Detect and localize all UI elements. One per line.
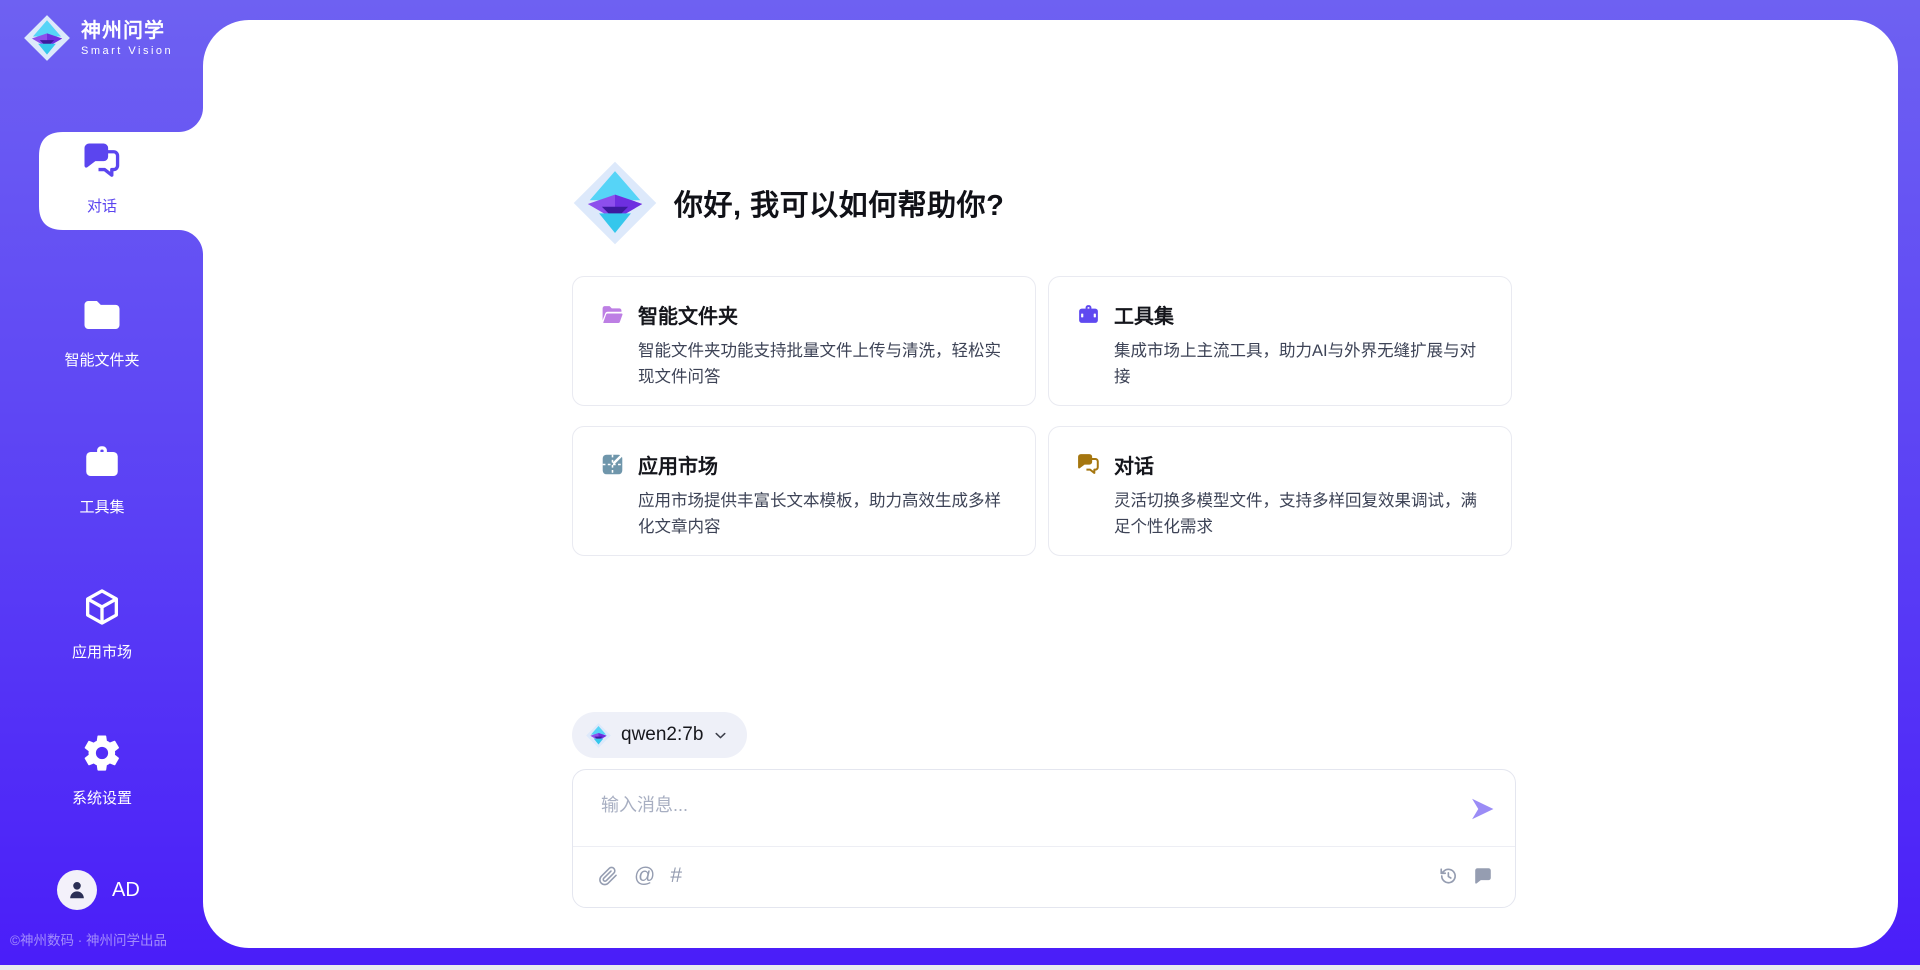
message-composer: @ # (572, 769, 1516, 908)
sidebar-item-label: 对话 (87, 195, 117, 216)
card-header: 智能文件夹 (600, 300, 1008, 329)
message-input[interactable] (599, 789, 1449, 839)
app-grid-icon (600, 452, 625, 477)
composer-divider (573, 846, 1515, 847)
avatar (57, 870, 97, 910)
model-selector[interactable]: qwen2:7b (572, 712, 747, 758)
brand-text: 神州问学 Smart Vision (81, 20, 173, 57)
greeting-title: 你好, 我可以如何帮助你? (674, 182, 1004, 224)
card-header: 对话 (1076, 450, 1484, 479)
sidebar-item-system-settings[interactable]: 系统设置 (0, 732, 204, 808)
brand-name: 神州问学 (81, 20, 173, 43)
user-initials: AD (112, 879, 140, 902)
model-name: qwen2:7b (621, 724, 703, 746)
sidebar-item-label: 应用市场 (72, 641, 132, 662)
chat-icon (81, 140, 123, 182)
sidebar-item-app-market[interactable]: 应用市场 (0, 586, 204, 662)
history-icon[interactable] (1437, 865, 1459, 887)
sidebar-item-label: 智能文件夹 (64, 349, 139, 370)
sidebar-item-smart-folder[interactable]: 智能文件夹 (0, 294, 204, 370)
card-description: 灵活切换多模型文件，支持多样回复效果调试，满足个性化需求 (1114, 488, 1484, 540)
sidebar-item-label: 工具集 (79, 496, 124, 517)
card-smart-folder[interactable]: 智能文件夹 智能文件夹功能支持批量文件上传与清洗，轻松实现文件问答 (572, 276, 1036, 406)
cube-icon (81, 586, 123, 628)
card-app-market[interactable]: 应用市场 应用市场提供丰富长文本模板，助力高效生成多样化文章内容 (572, 426, 1036, 556)
card-chat[interactable]: 对话 灵活切换多模型文件，支持多样回复效果调试，满足个性化需求 (1048, 426, 1512, 556)
person-icon (65, 878, 89, 902)
user-profile[interactable]: AD (57, 870, 140, 910)
card-title: 工具集 (1114, 300, 1174, 329)
brand-diamond-icon (570, 158, 660, 248)
card-description: 应用市场提供丰富长文本模板，助力高效生成多样化文章内容 (638, 488, 1008, 540)
paperclip-icon[interactable] (597, 865, 619, 887)
folder-icon (81, 294, 123, 336)
card-title: 应用市场 (638, 450, 718, 479)
brand-subtitle: Smart Vision (81, 45, 173, 57)
brand-diamond-icon (22, 13, 72, 63)
brand-logo: 神州问学 Smart Vision (22, 13, 173, 63)
send-icon[interactable] (1468, 795, 1496, 823)
card-header: 应用市场 (600, 450, 1008, 479)
horizontal-scrollbar[interactable] (0, 965, 1920, 970)
composer-left-tools: @ # (597, 865, 682, 887)
card-toolset[interactable]: 工具集 集成市场上主流工具，助力AI与外界无缝扩展与对接 (1048, 276, 1512, 406)
sidebar-item-label: 系统设置 (72, 787, 132, 808)
feature-cards: 智能文件夹 智能文件夹功能支持批量文件上传与清洗，轻松实现文件问答 工具集 集成… (572, 276, 1512, 556)
card-description: 集成市场上主流工具，助力AI与外界无缝扩展与对接 (1114, 338, 1484, 390)
gear-icon (81, 732, 123, 774)
card-title: 智能文件夹 (638, 300, 738, 329)
card-description: 智能文件夹功能支持批量文件上传与清洗，轻松实现文件问答 (638, 338, 1008, 390)
composer-right-tools (1437, 865, 1494, 887)
hash-icon[interactable]: # (670, 865, 682, 887)
card-header: 工具集 (1076, 300, 1484, 329)
copyright-footer: ©神州数码 · 神州问学出品 (10, 929, 167, 949)
sidebar-item-toolset[interactable]: 工具集 (0, 441, 204, 517)
at-icon[interactable]: @ (634, 865, 655, 887)
toolbox-icon (81, 441, 123, 483)
hero-greeting: 你好, 我可以如何帮助你? (570, 158, 1004, 248)
brand-diamond-icon (585, 722, 612, 749)
chevron-down-icon (712, 727, 729, 744)
toolbox-icon (1076, 302, 1101, 327)
card-title: 对话 (1114, 450, 1154, 479)
folder-open-icon (600, 302, 625, 327)
sidebar-item-chat[interactable]: 对话 (0, 140, 204, 216)
comment-icon[interactable] (1472, 865, 1494, 887)
chat-icon (1076, 452, 1101, 477)
